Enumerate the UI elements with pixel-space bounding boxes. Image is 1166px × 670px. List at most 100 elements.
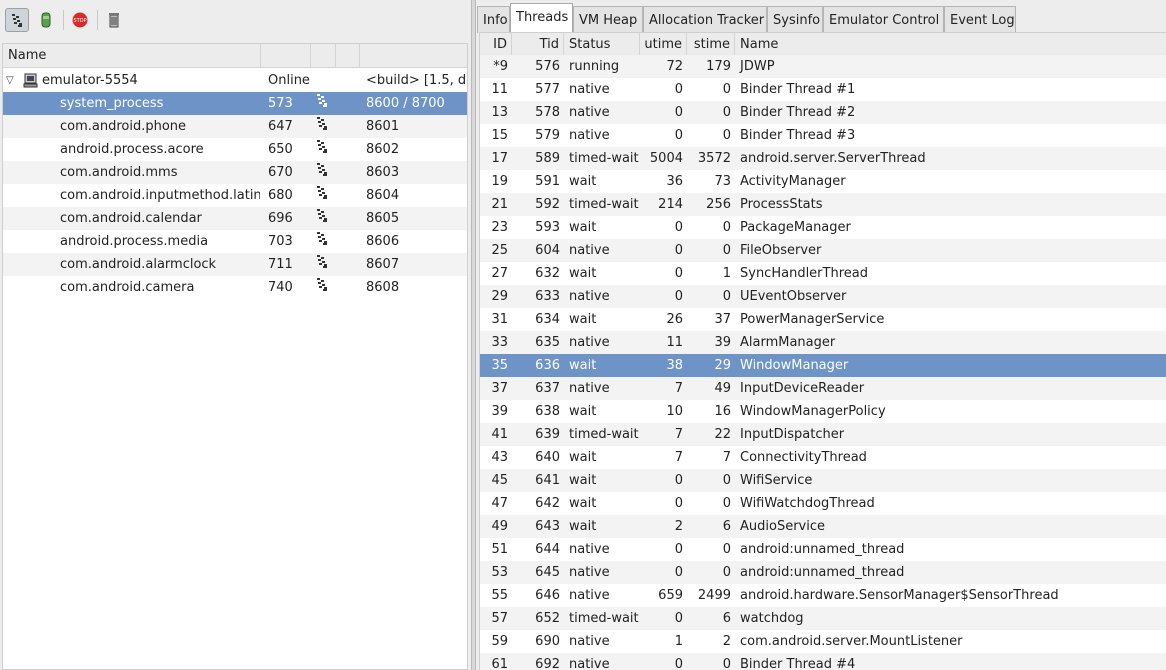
thread-name: PowerManagerService bbox=[740, 312, 885, 327]
devices-table-header: Name bbox=[3, 44, 467, 68]
tab-info[interactable]: Info bbox=[477, 6, 510, 33]
thread-row[interactable]: *9 576 running 72 179 JDWP bbox=[480, 55, 1166, 78]
column-header-stime[interactable]: stime bbox=[687, 33, 735, 57]
thread-row[interactable]: 41 639 timed-wait 7 22 InputDispatcher bbox=[480, 423, 1166, 446]
thread-row[interactable]: 27 632 wait 0 1 SyncHandlerThread bbox=[480, 262, 1166, 285]
debug-bug-icon bbox=[314, 230, 330, 246]
thread-status: native bbox=[569, 243, 610, 258]
thread-status: native bbox=[569, 105, 610, 120]
thread-utime: 0 bbox=[674, 542, 683, 557]
column-header-name[interactable]: Name bbox=[3, 44, 261, 68]
column-header-port[interactable] bbox=[360, 44, 467, 68]
thread-id: 45 bbox=[491, 473, 508, 488]
thread-row[interactable]: 31 634 wait 26 37 PowerManagerService bbox=[480, 308, 1166, 331]
thread-row[interactable]: 37 637 native 7 49 InputDeviceReader bbox=[480, 377, 1166, 400]
thread-utime: 0 bbox=[674, 128, 683, 143]
thread-row[interactable]: 49 643 wait 2 6 AudioService bbox=[480, 515, 1166, 538]
thread-utime: 0 bbox=[674, 82, 683, 97]
thread-row[interactable]: 21 592 timed-wait 214 256 ProcessStats bbox=[480, 193, 1166, 216]
thread-row[interactable]: 25 604 native 0 0 FileObserver bbox=[480, 239, 1166, 262]
thread-row[interactable]: 43 640 wait 7 7 ConnectivityThread bbox=[480, 446, 1166, 469]
column-header-name[interactable]: Name bbox=[735, 33, 1166, 57]
thread-row[interactable]: 29 633 native 0 0 UEventObserver bbox=[480, 285, 1166, 308]
process-row[interactable]: system_process 573 8600 / 8700 bbox=[3, 92, 467, 115]
thread-id: 31 bbox=[491, 312, 508, 327]
column-header-tid[interactable]: Tid bbox=[512, 33, 564, 57]
thread-row[interactable]: 39 638 wait 10 16 WindowManagerPolicy bbox=[480, 400, 1166, 423]
debug-bug-icon[interactable] bbox=[5, 8, 29, 32]
thread-name: Binder Thread #3 bbox=[740, 128, 856, 143]
device-row[interactable]: ▽ emulator-5554 Online <build> [1.5, de bbox=[3, 69, 467, 92]
thread-row[interactable]: 19 591 wait 36 73 ActivityManager bbox=[480, 170, 1166, 193]
thread-tid: 641 bbox=[535, 473, 560, 488]
thread-tid: 578 bbox=[535, 105, 560, 120]
column-header-threads[interactable] bbox=[336, 44, 360, 68]
thread-status: native bbox=[569, 128, 610, 143]
thread-id: 61 bbox=[491, 657, 508, 670]
process-row[interactable]: com.android.inputmethod.latin 680 8604 bbox=[3, 184, 467, 207]
tree-expand-icon[interactable]: ▽ bbox=[6, 69, 14, 92]
thread-utime: 1 bbox=[674, 634, 683, 649]
devices-pane: STOP Name ▽ emulator-5554 Online <build>… bbox=[0, 0, 471, 670]
thread-stime: 7 bbox=[722, 450, 731, 465]
process-port: 8608 bbox=[366, 280, 400, 295]
process-row[interactable]: android.process.acore 650 8602 bbox=[3, 138, 467, 161]
thread-row[interactable]: 53 645 native 0 0 android:unnamed_thread bbox=[480, 561, 1166, 584]
thread-name: JDWP bbox=[740, 59, 775, 74]
thread-row[interactable]: 13 578 native 0 0 Binder Thread #2 bbox=[480, 101, 1166, 124]
thread-row[interactable]: 33 635 native 11 39 AlarmManager bbox=[480, 331, 1166, 354]
column-header-pid[interactable] bbox=[261, 44, 311, 68]
thread-status: native bbox=[569, 335, 610, 350]
process-row[interactable]: com.android.mms 670 8603 bbox=[3, 161, 467, 184]
thread-utime: 7 bbox=[674, 381, 683, 396]
thread-row[interactable]: 45 641 wait 0 0 WifiService bbox=[480, 469, 1166, 492]
thread-utime: 0 bbox=[674, 266, 683, 281]
thread-row[interactable]: 17 589 timed-wait 5004 3572 android.server.Se… bbox=[480, 147, 1166, 170]
thread-utime: 0 bbox=[674, 473, 683, 488]
process-row[interactable]: android.process.media 703 8606 bbox=[3, 230, 467, 253]
thread-row[interactable]: 15 579 native 0 0 Binder Thread #3 bbox=[480, 124, 1166, 147]
process-row[interactable]: com.android.calendar 696 8605 bbox=[3, 207, 467, 230]
thread-stime: 22 bbox=[714, 427, 731, 442]
thread-row[interactable]: 23 593 wait 0 0 PackageManager bbox=[480, 216, 1166, 239]
thread-status: wait bbox=[569, 450, 597, 465]
thread-tid: 589 bbox=[535, 151, 560, 166]
tab-allocation-tracker[interactable]: Allocation Tracker bbox=[643, 6, 767, 33]
tab-sysinfo[interactable]: Sysinfo bbox=[767, 6, 823, 33]
thread-name: Binder Thread #4 bbox=[740, 657, 856, 670]
column-header-debug[interactable] bbox=[311, 44, 336, 68]
process-row[interactable]: com.android.phone 647 8601 bbox=[3, 115, 467, 138]
thread-row[interactable]: 35 636 wait 38 29 WindowManager bbox=[480, 354, 1166, 377]
thread-row[interactable]: 11 577 native 0 0 Binder Thread #1 bbox=[480, 78, 1166, 101]
stop-process-icon[interactable]: STOP bbox=[68, 8, 92, 32]
process-row[interactable]: com.android.alarmclock 711 8607 bbox=[3, 253, 467, 276]
thread-tid: 592 bbox=[535, 197, 560, 212]
thread-id: 27 bbox=[491, 266, 508, 281]
tab-threads[interactable]: Threads bbox=[510, 3, 573, 33]
process-name: com.android.calendar bbox=[60, 211, 202, 226]
thread-utime: 0 bbox=[674, 565, 683, 580]
thread-id: 13 bbox=[491, 105, 508, 120]
tab-emulator-control[interactable]: Emulator Control bbox=[823, 6, 944, 33]
heap-update-icon[interactable] bbox=[34, 8, 58, 32]
column-header-utime[interactable]: utime bbox=[640, 33, 687, 57]
thread-status: timed-wait bbox=[569, 151, 639, 166]
thread-row[interactable]: 57 652 timed-wait 0 6 watchdog bbox=[480, 607, 1166, 630]
thread-tid: 643 bbox=[535, 519, 560, 534]
thread-utime: 0 bbox=[674, 220, 683, 235]
thread-stime: 39 bbox=[714, 335, 731, 350]
thread-row[interactable]: 61 692 native 0 0 Binder Thread #4 bbox=[480, 653, 1166, 670]
column-header-id[interactable]: ID bbox=[480, 33, 512, 57]
process-name: com.android.phone bbox=[60, 119, 187, 134]
thread-row[interactable]: 55 646 native 659 2499 android.hardware.Senso… bbox=[480, 584, 1166, 607]
thread-row[interactable]: 51 644 native 0 0 android:unnamed_thread bbox=[480, 538, 1166, 561]
process-row[interactable]: com.android.camera 740 8608 bbox=[3, 276, 467, 299]
tab-event-log[interactable]: Event Log bbox=[944, 6, 1016, 33]
thread-row[interactable]: 59 690 native 1 2 com.android.server.MountLis… bbox=[480, 630, 1166, 653]
thread-utime: 0 bbox=[674, 496, 683, 511]
toolbar-separator bbox=[97, 10, 98, 30]
column-header-status[interactable]: Status bbox=[564, 33, 640, 57]
garbage-collect-icon[interactable] bbox=[102, 8, 126, 32]
thread-row[interactable]: 47 642 wait 0 0 WifiWatchdogThread bbox=[480, 492, 1166, 515]
tab-vm-heap[interactable]: VM Heap bbox=[573, 6, 643, 33]
